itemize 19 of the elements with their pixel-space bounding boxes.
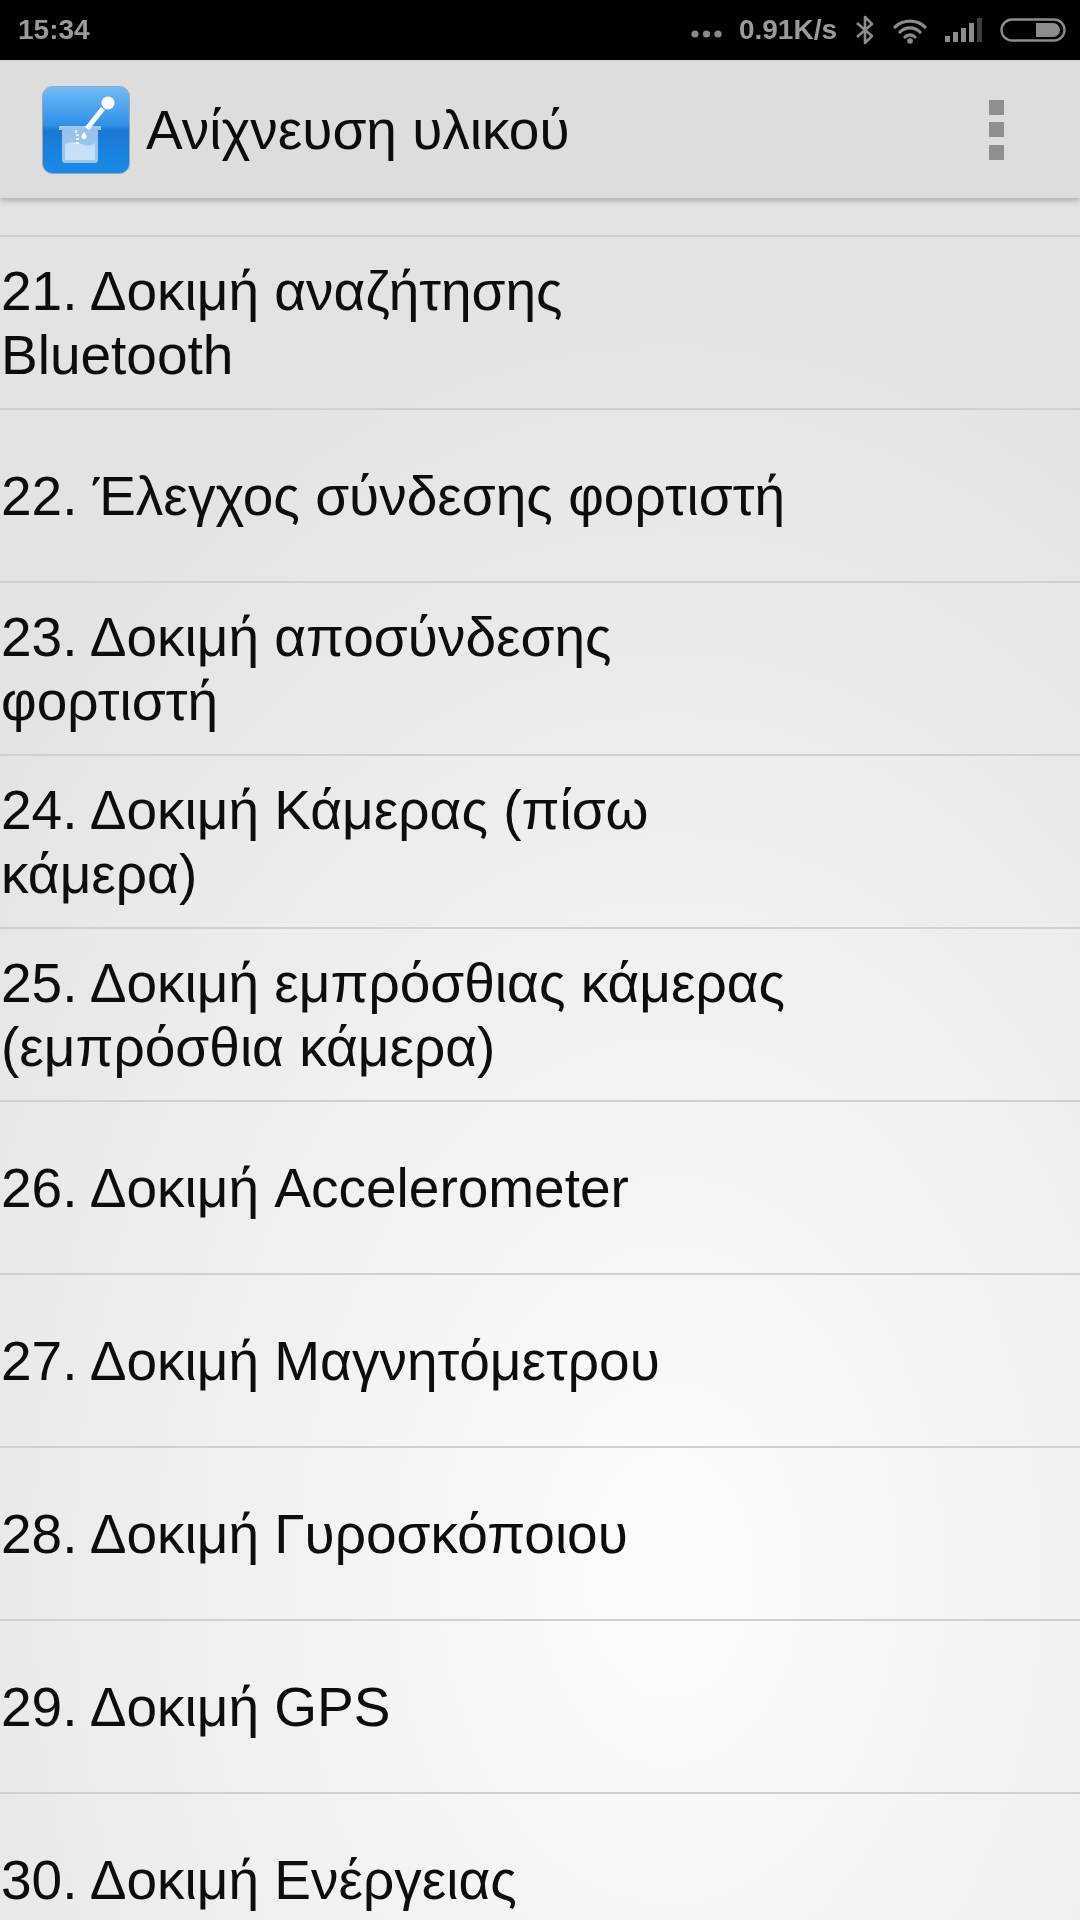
list-item[interactable]: 29. Δοκιμή GPS (0, 1619, 1080, 1792)
list-item[interactable]: 25. Δοκιμή εμπρόσθιας κάμερας (εμπρόσθια κάμερα) (0, 927, 1080, 1100)
status-time: 15:34 (18, 14, 91, 46)
list-item[interactable]: 28. Δοκιμή Γυροσκόποιου (0, 1446, 1080, 1619)
overflow-menu-icon[interactable] (989, 100, 1004, 160)
list-item[interactable]: 23. Δοκιμή αποσύνδεσης φορτιστή (0, 581, 1080, 754)
signal-icon (945, 18, 982, 42)
list-item[interactable]: 27. Δοκιμή Μαγνητόμετρου (0, 1273, 1080, 1446)
list-item[interactable]: 26. Δοκιμή Accelerometer (0, 1100, 1080, 1273)
network-speed: 0.91K/s (738, 14, 837, 46)
beaker-icon (42, 86, 130, 174)
more-notifications-icon (690, 30, 722, 38)
battery-icon (1000, 18, 1066, 42)
list-item[interactable]: 22. Έλεγχος σύνδεσης φορτιστή (0, 408, 1080, 581)
list-item[interactable]: 21. Δοκιμή αναζήτησης Bluetooth (0, 235, 1080, 408)
list-item[interactable]: 24. Δοκιμή Κάμερας (πίσω κάμερα) (0, 754, 1080, 927)
app-title: Ανίχνευση υλικού (146, 98, 570, 162)
list-item[interactable]: 30. Δοκιμή Ενέργειας (0, 1792, 1080, 1920)
bluetooth-icon (855, 14, 875, 46)
